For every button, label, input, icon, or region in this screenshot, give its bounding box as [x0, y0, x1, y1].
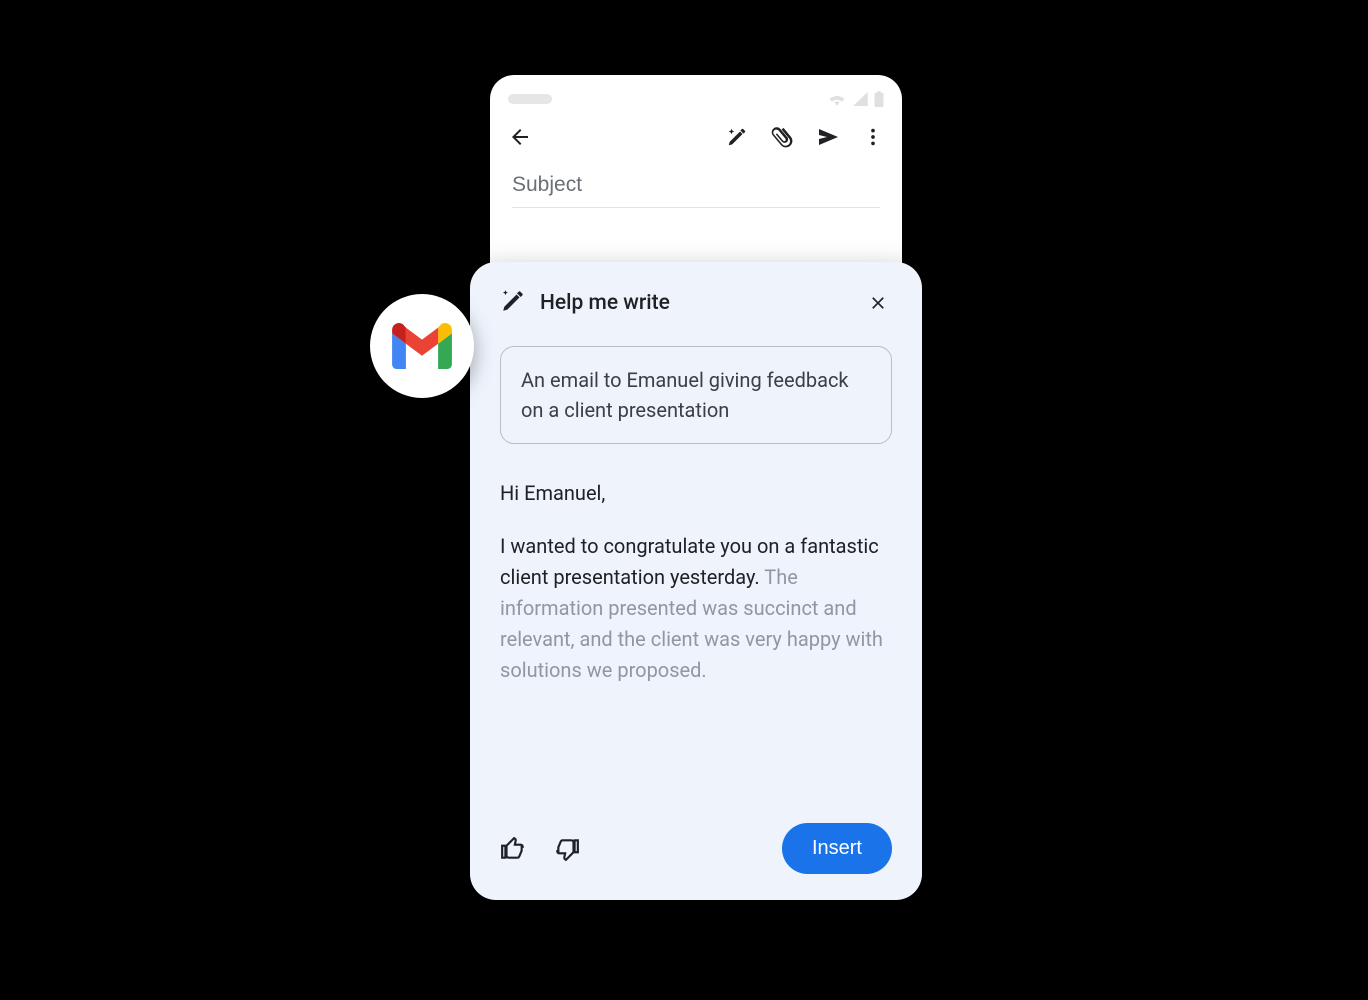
status-bar: [490, 75, 902, 113]
magic-write-icon: [500, 288, 526, 318]
compose-toolbar: [490, 113, 902, 159]
close-icon: [868, 293, 888, 313]
gmail-icon: [392, 323, 452, 369]
help-me-write-title: Help me write: [540, 291, 850, 315]
insert-button[interactable]: Insert: [782, 823, 892, 874]
back-button[interactable]: [508, 125, 532, 149]
magic-write-icon[interactable]: [726, 126, 748, 148]
battery-icon: [874, 91, 884, 107]
send-button[interactable]: [816, 125, 840, 149]
thumbs-down-button[interactable]: [554, 836, 580, 862]
thumbs-up-icon: [500, 836, 526, 862]
draft-body-main: I wanted to congratulate you on a fantas…: [500, 534, 879, 589]
overflow-menu-icon[interactable]: [862, 126, 884, 148]
cell-signal-icon: [852, 92, 868, 106]
draft-greeting: Hi Emanuel,: [500, 478, 892, 509]
help-me-write-panel: Help me write An email to Emanuel giving…: [470, 262, 922, 900]
close-button[interactable]: [864, 289, 892, 317]
subject-input[interactable]: [512, 167, 880, 208]
wifi-icon: [828, 92, 846, 106]
generated-draft: Hi Emanuel, I wanted to congratulate you…: [500, 478, 892, 807]
gmail-logo-badge: [370, 294, 474, 398]
thumbs-down-icon: [554, 836, 580, 862]
status-clock-placeholder: [508, 94, 552, 104]
prompt-input[interactable]: An email to Emanuel giving feedback on a…: [500, 346, 892, 444]
attach-icon[interactable]: [770, 125, 794, 149]
thumbs-up-button[interactable]: [500, 836, 526, 862]
compose-screen: [490, 75, 902, 275]
